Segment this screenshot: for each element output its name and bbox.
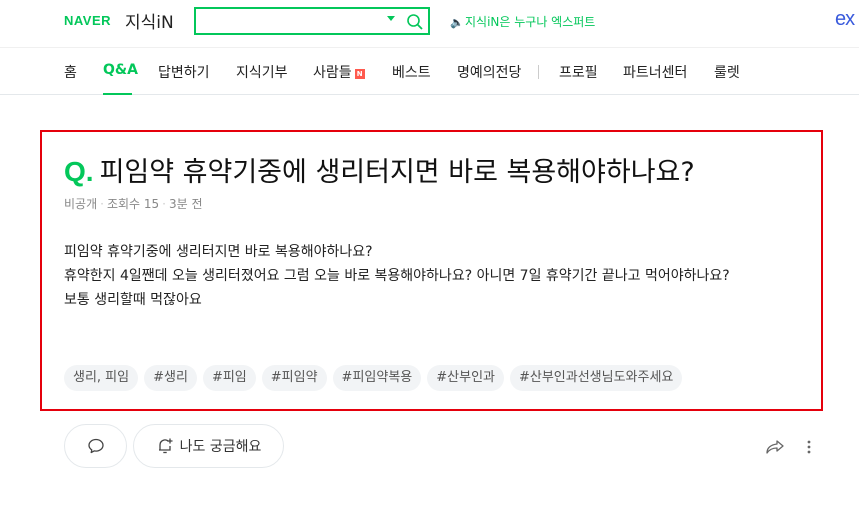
tag-item[interactable]: #피임 <box>202 365 256 391</box>
expert-logo-icon[interactable]: ex <box>835 8 855 31</box>
nav-item-best[interactable]: 베스트 <box>392 62 431 82</box>
main-nav: 홈 Q&A 답변하기 지식기부 사람들 N 베스트 명예의전당 프로필 파트너센터… <box>0 47 859 95</box>
question-title-text: 피임약 휴약기중에 생리터지면 바로 복용해야하나요? <box>99 157 695 188</box>
nav-divider <box>538 65 539 79</box>
tag-item[interactable]: 생리, 피임 <box>64 365 139 391</box>
more-options-icon[interactable] <box>803 437 815 457</box>
chevron-down-icon[interactable] <box>387 16 395 21</box>
nav-item-partner-center[interactable]: 파트너센터 <box>623 62 687 82</box>
bell-plus-icon <box>158 438 173 454</box>
nav-item-home[interactable]: 홈 <box>64 62 77 82</box>
share-icon[interactable] <box>765 437 785 457</box>
tag-item[interactable]: #피임약복용 <box>332 365 422 391</box>
comment-button[interactable] <box>64 424 127 468</box>
author: 비공개 <box>64 197 98 211</box>
tag-item[interactable]: #산부인과선생님도와주세요 <box>509 365 683 391</box>
post-time: 3분 전 <box>169 197 203 211</box>
tag-item[interactable]: #산부인과 <box>427 365 504 391</box>
nav-item-profile[interactable]: 프로필 <box>559 62 598 82</box>
nav-item-answer[interactable]: 답변하기 <box>158 62 210 82</box>
nav-item-qna[interactable]: Q&A <box>103 62 138 78</box>
active-tab-indicator <box>103 93 132 95</box>
me-too-curious-button[interactable]: 나도 궁금해요 <box>133 424 284 468</box>
naver-logo[interactable]: NAVER <box>64 13 111 28</box>
body-line: 피임약 휴약기중에 생리터지면 바로 복용해야하나요? <box>64 244 373 260</box>
expert-promo-link[interactable]: 🔈지식iN은 누구나 엑스퍼트 <box>450 13 595 30</box>
question-highlight-box: Q. 피임약 휴약기중에 생리터지면 바로 복용해야하나요? 비공개 · 조회수 15… <box>40 130 823 411</box>
nav-item-people[interactable]: 사람들 N <box>313 62 365 82</box>
me-too-curious-label: 나도 궁금해요 <box>179 439 262 455</box>
tag-item[interactable]: #피임약 <box>261 365 327 391</box>
body-line: 보통 생리할때 먹잖아요 <box>64 292 202 308</box>
question-meta: 비공개 · 조회수 15 · 3분 전 <box>64 197 203 211</box>
new-badge: N <box>354 69 365 79</box>
search-icon[interactable] <box>406 13 424 31</box>
search-box <box>194 7 430 35</box>
expert-promo-text: 지식iN은 누구나 엑스퍼트 <box>465 15 596 29</box>
search-input[interactable] <box>202 11 372 31</box>
body-line: 휴약한지 4일짼데 오늘 생리터졌어요 그럼 오늘 바로 복용해야하나요? 아니… <box>64 268 730 284</box>
comment-icon <box>87 438 104 454</box>
nav-item-people-label: 사람들 <box>313 65 352 81</box>
nav-item-hall-of-fame[interactable]: 명예의전당 <box>457 62 521 82</box>
speaker-icon: 🔈 <box>450 16 464 29</box>
jisikin-logo[interactable]: 지식iN <box>125 8 174 33</box>
question-mark-icon: Q. <box>64 156 94 187</box>
tag-item[interactable]: #생리 <box>144 365 197 391</box>
nav-item-donate[interactable]: 지식기부 <box>236 62 288 82</box>
nav-item-roulette[interactable]: 룰렛 <box>714 62 740 82</box>
question-body: 피임약 휴약기중에 생리터지면 바로 복용해야하나요? 휴약한지 4일짼데 오늘… <box>64 240 804 312</box>
question-title: Q. 피임약 휴약기중에 생리터지면 바로 복용해야하나요? <box>64 150 695 189</box>
top-header: NAVER 지식iN 🔈지식iN은 누구나 엑스퍼트 ex <box>0 0 859 44</box>
view-count: 조회수 15 <box>106 197 160 211</box>
tag-list: 생리, 피임 #생리 #피임 #피임약 #피임약복용 #산부인과 #산부인과선생님도와주세요 <box>64 365 688 391</box>
